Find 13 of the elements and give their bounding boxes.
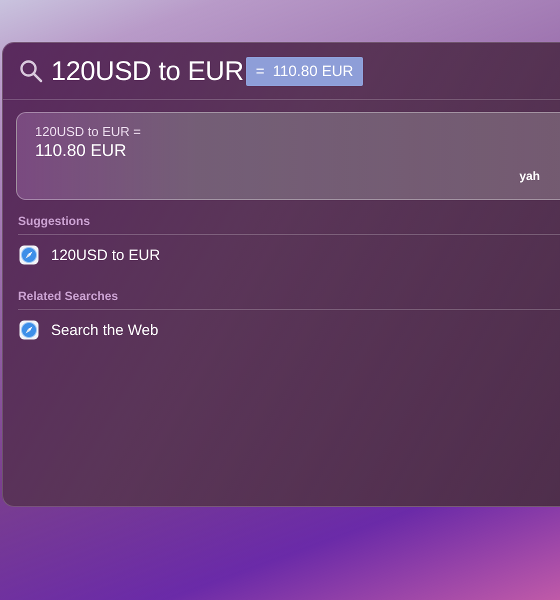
compass-icon <box>19 245 39 265</box>
compass-icon <box>19 320 39 340</box>
conversion-result: 110.80 EUR <box>35 141 126 161</box>
section-heading: Related Searches <box>18 289 118 303</box>
source-logo: yah <box>519 169 540 183</box>
result-item[interactable]: 120USD to EUR <box>3 235 160 275</box>
result-card[interactable]: 120USD to EUR = 110.80 EUR yah <box>16 112 560 200</box>
search-completion: = 110.80 EUR <box>246 56 364 86</box>
section-heading: Suggestions <box>18 214 90 228</box>
search-icon <box>19 59 43 83</box>
search-query[interactable]: 120USD to EUR <box>51 56 244 86</box>
result-item[interactable]: Search the Web <box>3 310 158 350</box>
conversion-expression: 120USD to EUR = <box>35 124 141 139</box>
